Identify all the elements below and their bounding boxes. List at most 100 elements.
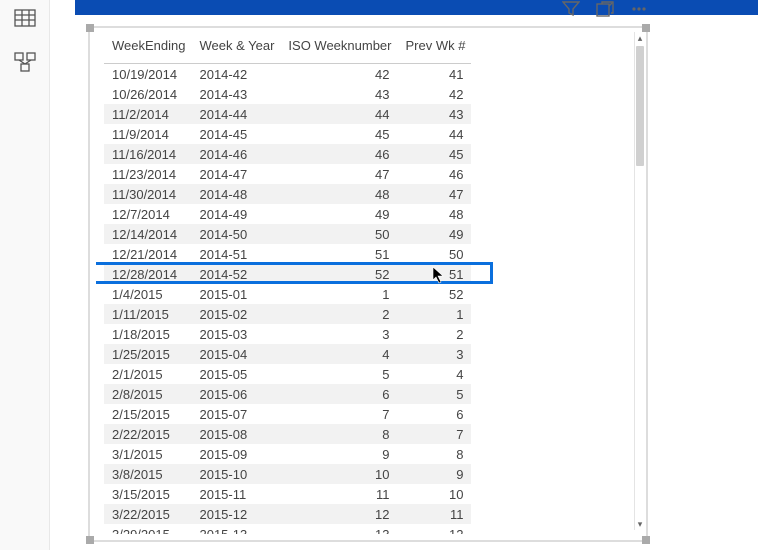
table-cell: 3/22/2015 — [104, 504, 191, 524]
table-cell: 2014-49 — [191, 204, 280, 224]
table-row[interactable]: 10/26/20142014-434342 — [104, 84, 471, 104]
table-row[interactable]: 12/21/20142014-515150 — [104, 244, 471, 264]
table-cell: 7 — [398, 424, 472, 444]
table-cell: 12 — [280, 504, 397, 524]
table-visual[interactable]: WeekEnding Week & Year ISO Weeknumber Pr… — [88, 26, 648, 542]
table-row[interactable]: 1/25/20152015-0443 — [104, 344, 471, 364]
scroll-down-icon[interactable]: ▾ — [635, 518, 645, 530]
table-row[interactable]: 11/30/20142014-484847 — [104, 184, 471, 204]
table-row[interactable]: 11/23/20142014-474746 — [104, 164, 471, 184]
table-cell: 2014-45 — [191, 124, 280, 144]
resize-handle[interactable] — [642, 24, 650, 32]
table-cell: 50 — [280, 224, 397, 244]
table-row[interactable]: 3/29/20152015-131312 — [104, 524, 471, 534]
table-cell: 3 — [398, 344, 472, 364]
data-table[interactable]: WeekEnding Week & Year ISO Weeknumber Pr… — [104, 30, 471, 534]
table-row[interactable]: 1/4/20152015-01152 — [104, 284, 471, 304]
table-cell: 5 — [280, 364, 397, 384]
table-cell: 1/25/2015 — [104, 344, 191, 364]
focus-mode-icon[interactable] — [594, 0, 616, 20]
table-cell: 44 — [280, 104, 397, 124]
table-cell: 52 — [280, 264, 397, 284]
table-cell: 2015-04 — [191, 344, 280, 364]
more-options-icon[interactable] — [628, 0, 650, 20]
scroll-thumb[interactable] — [636, 46, 644, 166]
table-cell: 2014-42 — [191, 64, 280, 85]
table-area: WeekEnding Week & Year ISO Weeknumber Pr… — [96, 30, 640, 534]
resize-handle[interactable] — [86, 536, 94, 544]
table-cell: 4 — [398, 364, 472, 384]
table-row[interactable]: 3/8/20152015-10109 — [104, 464, 471, 484]
col-week-year[interactable]: Week & Year — [191, 30, 280, 64]
filter-icon[interactable] — [560, 0, 582, 20]
table-cell: 46 — [280, 144, 397, 164]
col-iso-weeknumber[interactable]: ISO Weeknumber — [280, 30, 397, 64]
table-cell: 5 — [398, 384, 472, 404]
table-cell: 11/23/2014 — [104, 164, 191, 184]
table-row[interactable]: 2/22/20152015-0887 — [104, 424, 471, 444]
table-row[interactable]: 2/8/20152015-0665 — [104, 384, 471, 404]
table-cell: 8 — [280, 424, 397, 444]
table-row[interactable]: 12/7/20142014-494948 — [104, 204, 471, 224]
table-cell: 3/29/2015 — [104, 524, 191, 534]
table-row[interactable]: 1/18/20152015-0332 — [104, 324, 471, 344]
table-cell: 2015-11 — [191, 484, 280, 504]
table-row[interactable]: 3/22/20152015-121211 — [104, 504, 471, 524]
table-cell: 12/7/2014 — [104, 204, 191, 224]
table-row[interactable]: 2/15/20152015-0776 — [104, 404, 471, 424]
table-row[interactable]: 11/2/20142014-444443 — [104, 104, 471, 124]
table-cell: 49 — [398, 224, 472, 244]
table-row[interactable]: 12/28/20142014-525251 — [104, 264, 471, 284]
table-cell: 2015-06 — [191, 384, 280, 404]
table-cell: 10 — [280, 464, 397, 484]
table-row[interactable]: 11/9/20142014-454544 — [104, 124, 471, 144]
resize-handle[interactable] — [86, 24, 94, 32]
table-cell: 11/16/2014 — [104, 144, 191, 164]
table-cell: 3 — [280, 324, 397, 344]
table-header-row: WeekEnding Week & Year ISO Weeknumber Pr… — [104, 30, 471, 64]
table-cell: 10 — [398, 484, 472, 504]
table-cell: 44 — [398, 124, 472, 144]
col-weekending[interactable]: WeekEnding — [104, 30, 191, 64]
table-cell: 11/9/2014 — [104, 124, 191, 144]
table-cell: 1 — [398, 304, 472, 324]
table-cell: 2015-07 — [191, 404, 280, 424]
table-cell: 11/2/2014 — [104, 104, 191, 124]
table-cell: 12 — [398, 524, 472, 534]
table-row[interactable]: 10/19/20142014-424241 — [104, 64, 471, 85]
table-cell: 2/8/2015 — [104, 384, 191, 404]
table-cell: 2/1/2015 — [104, 364, 191, 384]
table-cell: 1/4/2015 — [104, 284, 191, 304]
scroll-up-icon[interactable]: ▴ — [635, 32, 645, 44]
model-view-icon[interactable] — [14, 52, 36, 72]
vertical-scrollbar[interactable]: ▴ ▾ — [634, 32, 644, 530]
table-cell: 13 — [280, 524, 397, 534]
table-row[interactable]: 12/14/20142014-505049 — [104, 224, 471, 244]
visual-toolbar — [560, 0, 650, 20]
table-row[interactable]: 3/15/20152015-111110 — [104, 484, 471, 504]
table-cell: 48 — [280, 184, 397, 204]
table-row[interactable]: 2/1/20152015-0554 — [104, 364, 471, 384]
table-cell: 11 — [280, 484, 397, 504]
table-cell: 47 — [398, 184, 472, 204]
table-cell: 1 — [280, 284, 397, 304]
table-row[interactable]: 11/16/20142014-464645 — [104, 144, 471, 164]
table-cell: 2015-08 — [191, 424, 280, 444]
table-cell: 49 — [280, 204, 397, 224]
table-cell: 3/1/2015 — [104, 444, 191, 464]
left-nav — [0, 0, 50, 550]
col-prev-wk[interactable]: Prev Wk # — [398, 30, 472, 64]
table-row[interactable]: 1/11/20152015-0221 — [104, 304, 471, 324]
table-row[interactable]: 3/1/20152015-0998 — [104, 444, 471, 464]
resize-handle[interactable] — [642, 536, 650, 544]
table-cell: 3/8/2015 — [104, 464, 191, 484]
table-cell: 2 — [398, 324, 472, 344]
table-cell: 2014-43 — [191, 84, 280, 104]
table-cell: 12/21/2014 — [104, 244, 191, 264]
table-cell: 10/26/2014 — [104, 84, 191, 104]
table-cell: 2/15/2015 — [104, 404, 191, 424]
table-cell: 2014-51 — [191, 244, 280, 264]
data-view-icon[interactable] — [14, 8, 36, 28]
table-cell: 11/30/2014 — [104, 184, 191, 204]
table-cell: 2015-01 — [191, 284, 280, 304]
